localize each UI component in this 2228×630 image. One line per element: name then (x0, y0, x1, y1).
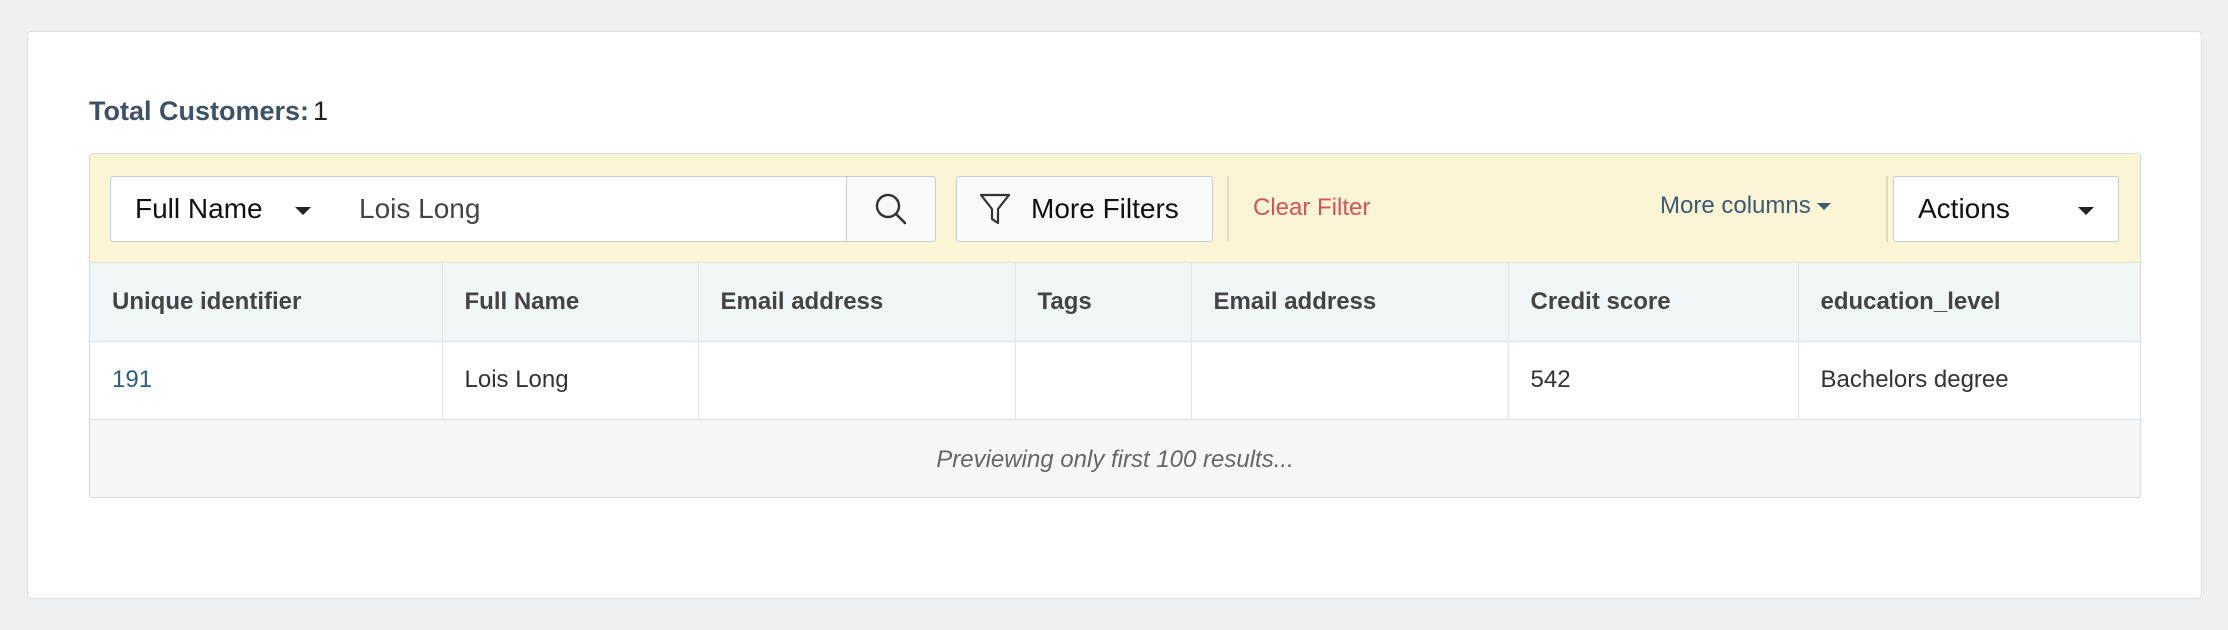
cell-tags (1015, 341, 1192, 419)
cell-full-name: Lois Long (442, 341, 699, 419)
chevron-down-icon (295, 207, 311, 215)
preview-note: Previewing only first 100 results... (90, 419, 2140, 497)
more-columns-dropdown[interactable]: More columns (1660, 192, 1831, 220)
more-columns-label: More columns (1660, 192, 1811, 219)
column-header-tags[interactable]: Tags (1015, 263, 1192, 341)
customers-grid: Full Name More Filters Clear Filter More… (89, 153, 2141, 498)
table-header-row: Unique identifier Full Name Email addres… (90, 263, 2140, 341)
column-header-email-address[interactable]: Email address (698, 263, 1016, 341)
column-header-unique-identifier[interactable]: Unique identifier (90, 263, 443, 341)
column-header-education-level[interactable]: education_level (1798, 263, 2140, 341)
caret-down-icon (1816, 202, 1831, 210)
filter-toolbar: Full Name More Filters Clear Filter More… (90, 154, 2140, 263)
column-header-email-address-2[interactable]: Email address (1191, 263, 1509, 341)
toolbar-divider (1227, 176, 1229, 242)
search-input[interactable] (335, 176, 847, 242)
filter-icon (979, 193, 1011, 225)
cell-email-address-2 (1191, 341, 1509, 419)
cell-email-address (698, 341, 1016, 419)
field-select-dropdown[interactable]: Full Name (110, 176, 336, 242)
clear-filter-link[interactable]: Clear Filter (1253, 194, 1370, 222)
field-select-value: Full Name (135, 193, 263, 224)
more-filters-label: More Filters (1031, 193, 1179, 224)
toolbar-divider (1886, 176, 1888, 242)
more-filters-button[interactable]: More Filters (956, 176, 1213, 242)
search-icon (875, 193, 907, 225)
column-header-credit-score[interactable]: Credit score (1508, 263, 1799, 341)
total-customers: Total Customers: 1 (89, 96, 328, 127)
actions-label: Actions (1918, 193, 2010, 224)
search-button[interactable] (846, 176, 936, 242)
cell-credit-score: 542 (1508, 341, 1799, 419)
total-customers-count: 1 (313, 96, 329, 126)
customers-panel: Total Customers:1 Full Name More Filters (27, 31, 2202, 599)
total-customers-label: Total Customers: (89, 96, 310, 126)
cell-education-level: Bachelors degree (1820, 366, 2009, 393)
cell-unique-identifier-link[interactable]: 191 (90, 341, 443, 419)
column-header-full-name[interactable]: Full Name (442, 263, 699, 341)
chevron-down-icon (2078, 207, 2094, 215)
actions-dropdown[interactable]: Actions (1893, 176, 2119, 242)
customers-table: Unique identifier Full Name Email addres… (90, 263, 2140, 420)
table-row: 191 Lois Long 542 Bachelors degree (90, 341, 2140, 419)
